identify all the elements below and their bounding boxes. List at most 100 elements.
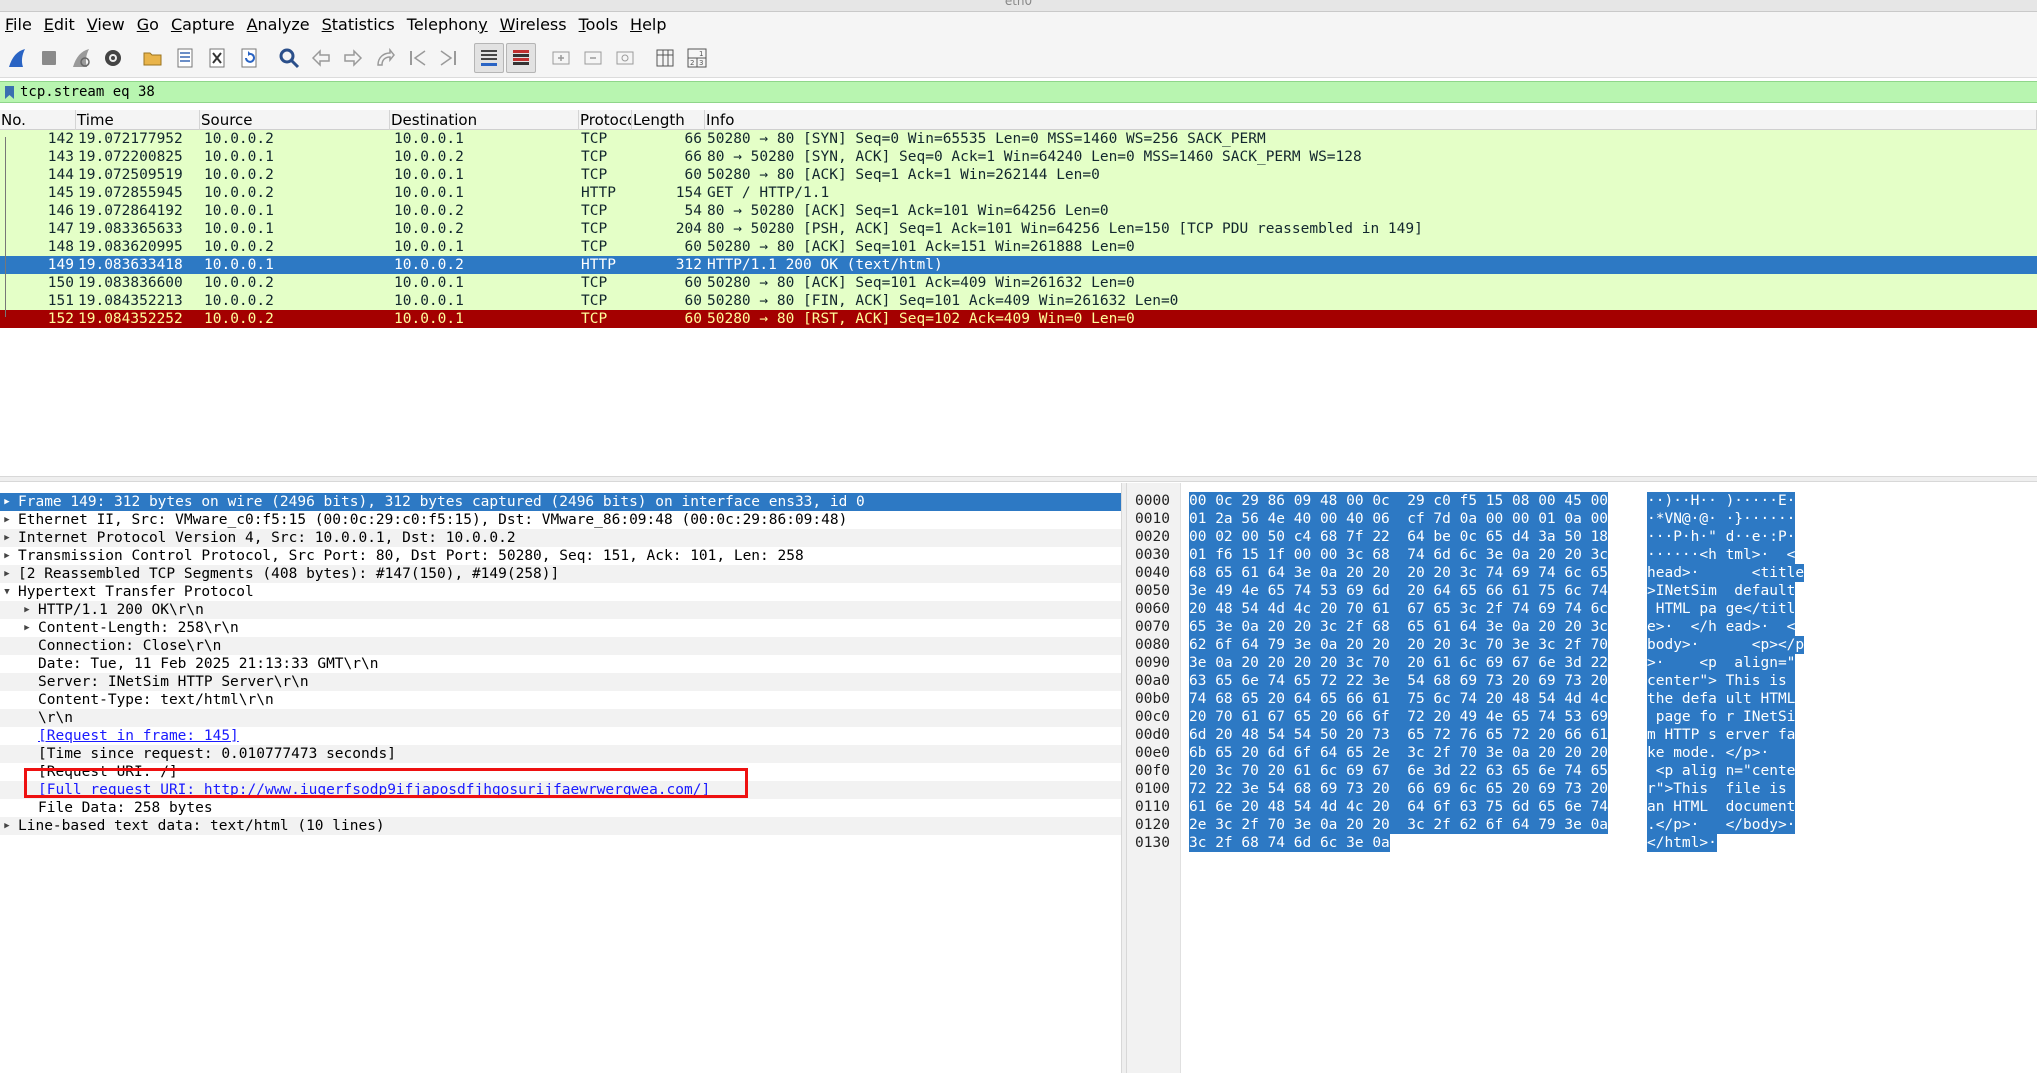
collapsed-triangle-icon[interactable]: ▶ [21, 619, 33, 637]
first-packet-button[interactable] [402, 43, 432, 73]
packet-row[interactable]: 143 19.072200825 10.0.0.1 10.0.0.2 TCP 66 80 →… [0, 148, 2037, 166]
restart-capture-button[interactable] [66, 43, 96, 73]
byte-ascii[interactable]: ··)··H·· )·····E· [1647, 492, 1796, 510]
stop-capture-button[interactable] [34, 43, 64, 73]
capture-options-button[interactable] [98, 43, 128, 73]
menu-telephony[interactable]: Telephony [402, 12, 495, 38]
detail-tree-item[interactable]: ▶ Transmission Control Protocol, Src Port… [0, 547, 1121, 565]
zoom-in-button[interactable] [546, 43, 576, 73]
packet-list[interactable]: 142 19.072177952 10.0.0.2 10.0.0.1 TCP 66 5028… [0, 130, 2037, 475]
byte-hex[interactable]: 00 0c 29 86 09 48 00 0c 29 c0 f5 15 08 0… [1189, 492, 1609, 510]
menu-go[interactable]: Go [132, 12, 166, 38]
zoom-out-button[interactable] [578, 43, 608, 73]
menu-help[interactable]: Help [625, 12, 673, 38]
byte-hex[interactable]: 74 68 65 20 64 65 66 61 75 6c 74 20 48 5… [1189, 690, 1609, 708]
collapsed-triangle-icon[interactable]: ▶ [1, 547, 13, 565]
collapsed-triangle-icon[interactable]: ▶ [21, 601, 33, 619]
byte-ascii[interactable]: </html>· [1647, 834, 1717, 852]
byte-hex[interactable]: 68 65 61 64 3e 0a 20 20 20 20 3c 74 69 7… [1189, 564, 1609, 582]
column-header-no[interactable]: No. [0, 110, 76, 130]
menu-analyze[interactable]: Analyze [242, 12, 317, 38]
autoscroll-button[interactable] [474, 42, 504, 73]
filter-bookmark-icon[interactable] [2, 82, 16, 102]
byte-ascii[interactable]: r">This file is [1647, 780, 1796, 798]
detail-tree-item[interactable]: ▶ Frame 149: 312 bytes on wire (2496 bits… [0, 493, 1121, 511]
byte-ascii[interactable]: ·*VN@·@· ·}······ [1647, 510, 1796, 528]
byte-ascii[interactable]: head>· <title [1647, 564, 1805, 582]
detail-tree-item[interactable]: [Request in frame: 145] [0, 727, 1121, 745]
byte-ascii[interactable]: .</p>· </body>· [1647, 816, 1796, 834]
detail-tree-item[interactable]: ▼ Hypertext Transfer Protocol [0, 583, 1121, 601]
byte-ascii[interactable]: page fo r INetSi [1647, 708, 1796, 726]
last-packet-button[interactable] [434, 43, 464, 73]
column-header-info[interactable]: Info [705, 110, 2037, 130]
expanded-triangle-icon[interactable]: ▼ [1, 583, 13, 601]
collapsed-triangle-icon[interactable]: ▶ [1, 565, 13, 583]
packet-bytes-pane[interactable]: 0000 00 0c 29 86 09 48 00 0c 29 c0 f5 15 … [1127, 483, 2037, 1073]
packet-row[interactable]: 142 19.072177952 10.0.0.2 10.0.0.1 TCP 66 5028… [0, 130, 2037, 148]
column-header-time[interactable]: Time [76, 110, 200, 130]
normal-size-button[interactable] [610, 43, 640, 73]
byte-ascii[interactable]: ke mode. </p>· [1647, 744, 1796, 762]
byte-ascii[interactable]: >· <p align=" [1647, 654, 1796, 672]
collapsed-triangle-icon[interactable]: ▶ [1, 511, 13, 529]
column-header-length[interactable]: Length [632, 110, 705, 130]
close-file-button[interactable] [202, 43, 232, 73]
open-file-button[interactable] [138, 43, 168, 73]
byte-hex[interactable]: 20 70 61 67 65 20 66 6f 72 20 49 4e 65 7… [1189, 708, 1609, 726]
menu-tools[interactable]: Tools [574, 12, 625, 38]
byte-hex[interactable]: 65 3e 0a 20 20 3c 2f 68 65 61 64 3e 0a 2… [1189, 618, 1609, 636]
byte-ascii[interactable]: ···P·h·" d··e·:P· [1647, 528, 1796, 546]
byte-ascii[interactable]: e>· </h ead>· < [1647, 618, 1796, 636]
byte-ascii[interactable]: m HTTP s erver fa [1647, 726, 1796, 744]
packet-row[interactable]: 150 19.083836600 10.0.0.2 10.0.0.1 TCP 60 5028… [0, 274, 2037, 292]
go-back-button[interactable] [306, 43, 336, 73]
byte-hex[interactable]: 3e 0a 20 20 20 20 3c 70 20 61 6c 69 67 6… [1189, 654, 1609, 672]
packet-row[interactable]: 149 19.083633418 10.0.0.1 10.0.0.2 HTTP 312 HT… [0, 256, 2037, 274]
display-filter-input[interactable] [16, 82, 2037, 102]
menu-statistics[interactable]: Statistics [317, 12, 402, 38]
detail-tree-item[interactable]: ▶ Internet Protocol Version 4, Src: 10.0.… [0, 529, 1121, 547]
collapsed-triangle-icon[interactable]: ▶ [1, 493, 13, 511]
menu-file[interactable]: File [0, 12, 39, 38]
byte-hex[interactable]: 61 6e 20 48 54 4d 4c 20 64 6f 63 75 6d 6… [1189, 798, 1609, 816]
collapsed-triangle-icon[interactable]: ▶ [1, 529, 13, 547]
packet-row[interactable]: 151 19.084352213 10.0.0.2 10.0.0.1 TCP 60 5028… [0, 292, 2037, 310]
detail-tree-item[interactable]: ▶ Content-Length: 258\r\n [0, 619, 1121, 637]
byte-hex[interactable]: 6b 65 20 6d 6f 64 65 2e 3c 2f 70 3e 0a 2… [1189, 744, 1609, 762]
byte-hex[interactable]: 20 3c 70 20 61 6c 69 67 6e 3d 22 63 65 6… [1189, 762, 1609, 780]
byte-hex[interactable]: 2e 3c 2f 70 3e 0a 20 20 3c 2f 62 6f 64 7… [1189, 816, 1609, 834]
detail-tree-item[interactable]: ▶ HTTP/1.1 200 OK\r\n [0, 601, 1121, 619]
packet-row[interactable]: 152 19.084352252 10.0.0.2 10.0.0.1 TCP 60 5028… [0, 310, 2037, 328]
detail-tree-item[interactable]: Connection: Close\r\n [0, 637, 1121, 655]
byte-ascii[interactable]: center"> This is [1647, 672, 1796, 690]
reload-file-button[interactable] [234, 43, 264, 73]
byte-hex[interactable]: 20 48 54 4d 4c 20 70 61 67 65 3c 2f 74 6… [1189, 600, 1609, 618]
byte-hex[interactable]: 62 6f 64 79 3e 0a 20 20 20 20 3c 70 3e 3… [1189, 636, 1609, 654]
detail-tree-item[interactable]: ▶ [2 Reassembled TCP Segments (408 bytes)… [0, 565, 1121, 583]
byte-ascii[interactable]: ······<h tml>· < [1647, 546, 1796, 564]
menu-edit[interactable]: Edit [39, 12, 82, 38]
go-to-packet-button[interactable] [370, 43, 400, 73]
detail-tree-item[interactable]: File Data: 258 bytes [0, 799, 1121, 817]
byte-hex[interactable]: 6d 20 48 54 54 50 20 73 65 72 76 65 72 2… [1189, 726, 1609, 744]
detail-tree-item[interactable]: [Time since request: 0.010777473 seconds… [0, 745, 1121, 763]
pane-splitter-horizontal[interactable] [0, 476, 2037, 482]
column-header-destination[interactable]: Destination [390, 110, 579, 130]
start-capture-button[interactable] [2, 43, 32, 73]
packet-row[interactable]: 144 19.072509519 10.0.0.2 10.0.0.1 TCP 60 5028… [0, 166, 2037, 184]
detail-tree-item[interactable]: Server: INetSim HTTP Server\r\n [0, 673, 1121, 691]
packet-row[interactable]: 148 19.083620995 10.0.0.2 10.0.0.1 TCP 60 5028… [0, 238, 2037, 256]
byte-ascii[interactable]: an HTML document [1647, 798, 1796, 816]
packet-row[interactable]: 146 19.072864192 10.0.0.1 10.0.0.2 TCP 54 80 →… [0, 202, 2037, 220]
byte-ascii[interactable]: HTML pa ge</titl [1647, 600, 1796, 618]
go-forward-button[interactable] [338, 43, 368, 73]
byte-hex[interactable]: 01 f6 15 1f 00 00 3c 68 74 6d 6c 3e 0a 2… [1189, 546, 1609, 564]
packet-row[interactable]: 147 19.083365633 10.0.0.1 10.0.0.2 TCP 204 80 … [0, 220, 2037, 238]
detail-tree-item[interactable]: Content-Type: text/html\r\n [0, 691, 1121, 709]
detail-tree-item[interactable]: \r\n [0, 709, 1121, 727]
save-file-button[interactable] [170, 43, 200, 73]
byte-hex[interactable]: 72 22 3e 54 68 69 73 20 66 69 6c 65 20 6… [1189, 780, 1609, 798]
byte-hex[interactable]: 01 2a 56 4e 40 00 40 06 cf 7d 0a 00 00 0… [1189, 510, 1609, 528]
menu-wireless[interactable]: Wireless [495, 12, 574, 38]
